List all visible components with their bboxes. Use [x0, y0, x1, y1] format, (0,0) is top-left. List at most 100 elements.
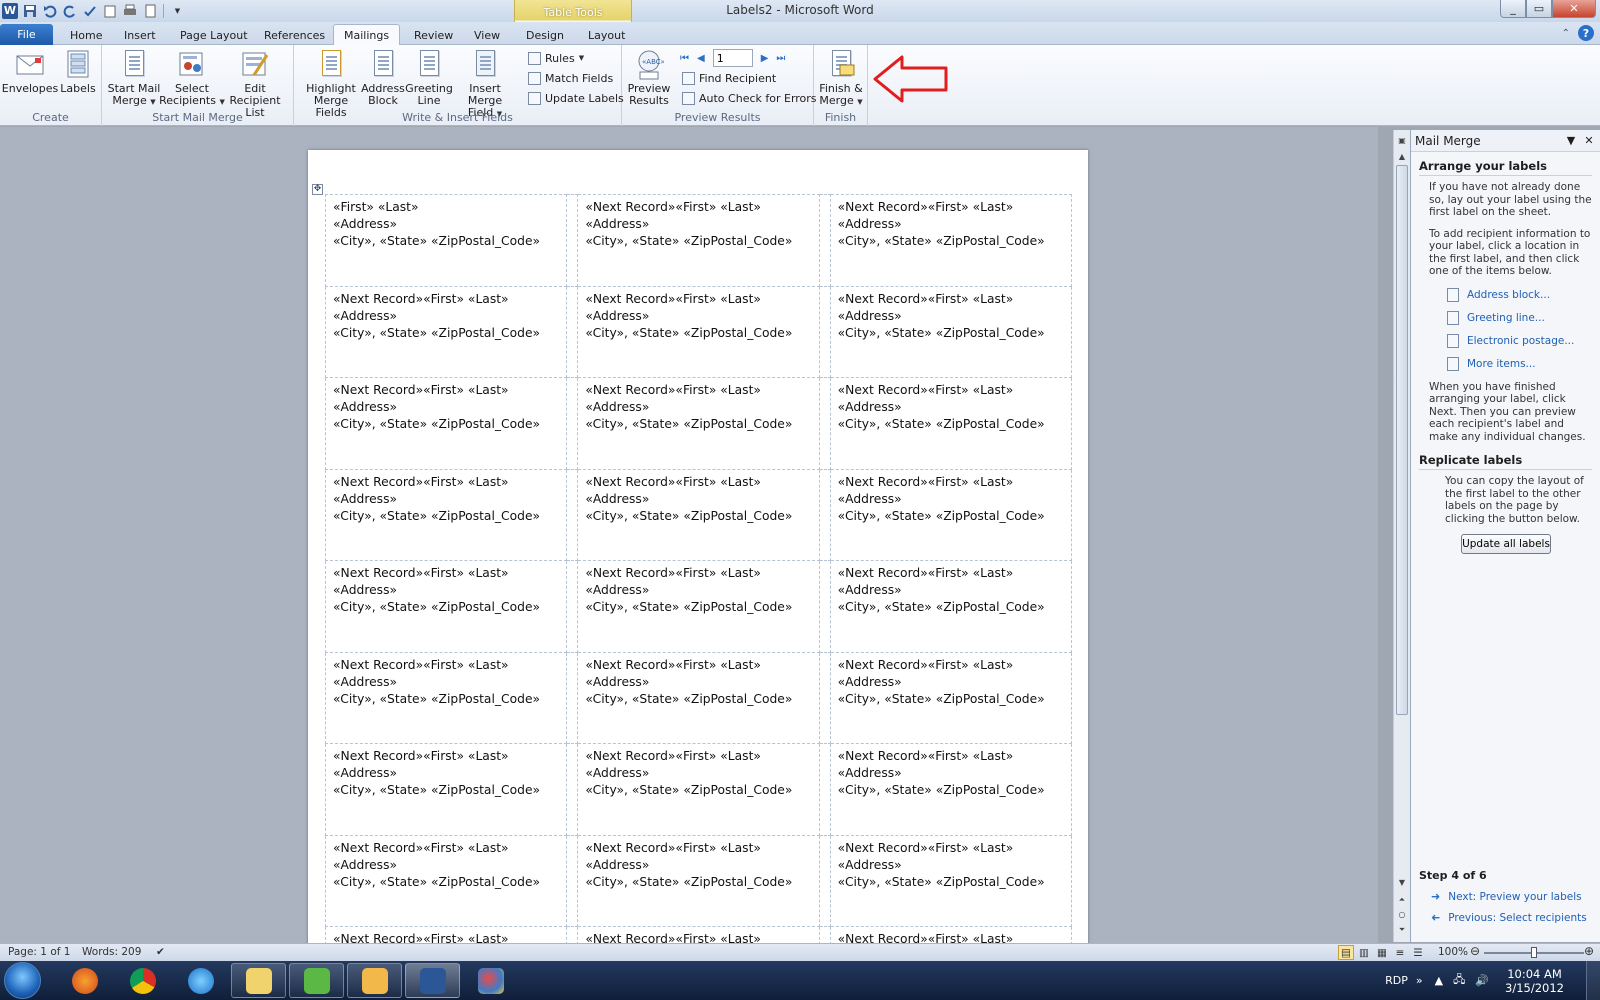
print-icon[interactable] [121, 2, 138, 19]
chrome-taskbar-icon[interactable] [115, 963, 170, 998]
previous-step-link[interactable]: ➜ Previous: Select recipients [1431, 911, 1587, 924]
minimize-ribbon-icon[interactable]: ⌃ [1562, 28, 1570, 39]
find-recipient-button[interactable]: Find Recipient [682, 69, 776, 87]
label-cell[interactable]: «Next Record»«First» «Last»«Address»«Cit… [324, 926, 568, 943]
tab-page-layout[interactable]: Page Layout [170, 25, 258, 45]
label-cell[interactable]: «Next Record»«First» «Last»«Address»«Cit… [829, 834, 1073, 927]
label-cell[interactable]: «Next Record»«First» «Last»«Address»«Cit… [577, 651, 820, 744]
save-icon[interactable] [21, 2, 38, 19]
label-cell[interactable]: «Next Record»«First» «Last»«Address»«Cit… [324, 377, 568, 470]
label-cell[interactable]: «Next Record»«First» «Last»«Address»«Cit… [829, 468, 1073, 561]
auto-check-errors-button[interactable]: Auto Check for Errors [682, 89, 817, 107]
label-cell[interactable]: «Next Record»«First» «Last»«Address»«Cit… [577, 743, 820, 836]
next-step-link[interactable]: ➜ Next: Preview your labels [1431, 890, 1582, 903]
previous-record-icon[interactable]: ◀ [697, 53, 705, 64]
pane-close-icon[interactable]: ✕ [1582, 134, 1596, 147]
new-document-icon[interactable] [141, 2, 158, 19]
help-icon[interactable]: ? [1578, 25, 1594, 41]
undo-icon[interactable] [41, 2, 58, 19]
label-cell[interactable]: «Next Record»«First» «Last»«Address»«Cit… [829, 194, 1073, 287]
scroll-split-icon[interactable]: ▣ [1394, 136, 1410, 150]
finish-merge-button[interactable]: Finish & Merge ▼ [817, 49, 865, 108]
rules-button[interactable]: Rules ▼ [528, 49, 584, 67]
address-block-button[interactable]: Address Block [360, 49, 406, 107]
tab-home[interactable]: Home [60, 25, 112, 45]
table-move-handle-icon[interactable]: ✥ [312, 184, 323, 195]
address-block-link[interactable]: Address block... [1447, 287, 1600, 302]
tab-design[interactable]: Design [516, 25, 574, 45]
first-record-icon[interactable]: ⏮ [680, 53, 689, 64]
label-cell[interactable]: «Next Record»«First» «Last»«Address»«Cit… [829, 926, 1073, 943]
redo-icon[interactable] [61, 2, 78, 19]
last-record-icon[interactable]: ⏭ [776, 53, 785, 64]
labels-button[interactable]: Labels [58, 49, 98, 95]
update-labels-button[interactable]: Update Labels [528, 89, 624, 107]
pane-options-icon[interactable]: ▼ [1564, 134, 1578, 147]
internet-explorer-taskbar-icon[interactable] [173, 963, 228, 998]
proofing-icon[interactable]: ✔ [156, 946, 165, 958]
zoom-out-icon[interactable]: ⊖ [1470, 944, 1480, 958]
restore-button[interactable]: ▭ [1526, 0, 1552, 18]
next-page-icon[interactable]: ⏷ [1394, 925, 1410, 939]
close-button[interactable]: ✕ [1552, 0, 1596, 18]
envelopes-button[interactable]: Envelopes [2, 49, 58, 95]
tab-review[interactable]: Review [404, 25, 463, 45]
page-count[interactable]: Page: 1 of 1 [8, 946, 70, 958]
show-desktop-button[interactable] [1586, 961, 1600, 1000]
label-cell[interactable]: «Next Record»«First» «Last»«Address»«Cit… [577, 468, 820, 561]
tab-references[interactable]: References [254, 25, 335, 45]
insert-merge-field-button[interactable]: Insert Merge Field ▼ [452, 49, 518, 120]
word-taskbar-icon[interactable] [405, 963, 460, 998]
tray-expand-icon[interactable]: » [1416, 974, 1423, 987]
spelling-icon[interactable] [81, 2, 98, 19]
more-items-link[interactable]: More items... [1447, 356, 1600, 371]
label-cell[interactable]: «Next Record»«First» «Last»«Address»«Cit… [829, 560, 1073, 653]
zoom-level[interactable]: 100% [1438, 946, 1468, 958]
web-layout-icon[interactable]: ▦ [1374, 945, 1390, 960]
print-preview-icon[interactable] [101, 2, 118, 19]
label-cell[interactable]: «Next Record»«First» «Last»«Address»«Cit… [829, 743, 1073, 836]
zoom-in-icon[interactable]: ⊕ [1584, 944, 1594, 958]
record-number-input[interactable] [712, 49, 753, 67]
highlight-merge-fields-button[interactable]: Highlight Merge Fields [300, 49, 362, 119]
paint-taskbar-icon[interactable] [463, 963, 518, 998]
update-all-labels-button[interactable]: Update all labels [1461, 534, 1551, 554]
tab-layout[interactable]: Layout [578, 25, 635, 45]
scroll-down-icon[interactable]: ▼ [1394, 878, 1410, 892]
network-icon[interactable]: 🖧 [1453, 971, 1465, 990]
explorer-taskbar-icon[interactable] [231, 963, 286, 998]
outlook-taskbar-icon[interactable] [347, 963, 402, 998]
print-layout-view-icon[interactable]: ▤ [1338, 945, 1354, 960]
label-cell[interactable]: «Next Record»«First» «Last»«Address»«Cit… [577, 194, 820, 287]
label-cell[interactable]: «Next Record»«First» «Last»«Address»«Cit… [577, 377, 820, 470]
edit-recipient-list-button[interactable]: Edit Recipient List [220, 49, 290, 119]
label-cell[interactable]: «Next Record»«First» «Last»«Address»«Cit… [324, 285, 568, 378]
clock[interactable]: 10:04 AM 3/15/2012 [1505, 967, 1564, 995]
label-cell[interactable]: «Next Record»«First» «Last»«Address»«Cit… [324, 651, 568, 744]
first-label-cell[interactable]: «First» «Last» «Address» «City», «State» «… [324, 194, 568, 287]
label-cell[interactable]: «Next Record»«First» «Last»«Address»«Cit… [577, 560, 820, 653]
match-fields-button[interactable]: Match Fields [528, 69, 613, 87]
previous-page-icon[interactable]: ⏶ [1394, 895, 1410, 909]
label-cell[interactable]: «Next Record»«First» «Last»«Address»«Cit… [324, 834, 568, 927]
label-cell[interactable]: «Next Record»«First» «Last»«Address»«Cit… [577, 834, 820, 927]
draft-view-icon[interactable]: ☰ [1410, 945, 1426, 960]
full-screen-reading-icon[interactable]: ▥ [1356, 945, 1372, 960]
tab-file[interactable]: File [0, 24, 53, 45]
firefox-taskbar-icon[interactable] [57, 963, 112, 998]
scrollbar-thumb[interactable] [1396, 165, 1408, 715]
greeting-line-link[interactable]: Greeting line... [1447, 310, 1600, 325]
label-cell[interactable]: «Next Record»«First» «Last»«Address»«Cit… [324, 468, 568, 561]
tab-insert[interactable]: Insert [114, 25, 166, 45]
word-app-icon[interactable]: W [2, 2, 18, 19]
select-recipients-button[interactable]: Select Recipients ▼ [158, 49, 226, 108]
zoom-slider-knob[interactable] [1531, 947, 1537, 958]
outline-view-icon[interactable]: ≡ [1392, 945, 1408, 960]
minimize-button[interactable]: _ [1500, 0, 1526, 18]
electronic-postage-link[interactable]: Electronic postage... [1447, 333, 1600, 348]
volume-icon[interactable]: 🔊 [1475, 974, 1489, 987]
label-cell[interactable]: «Next Record»«First» «Last»«Address»«Cit… [577, 285, 820, 378]
word-count[interactable]: Words: 209 [82, 946, 141, 958]
label-cell[interactable]: «Next Record»«First» «Last»«Address»«Cit… [829, 651, 1073, 744]
select-browse-object-icon[interactable]: ○ [1394, 910, 1410, 924]
